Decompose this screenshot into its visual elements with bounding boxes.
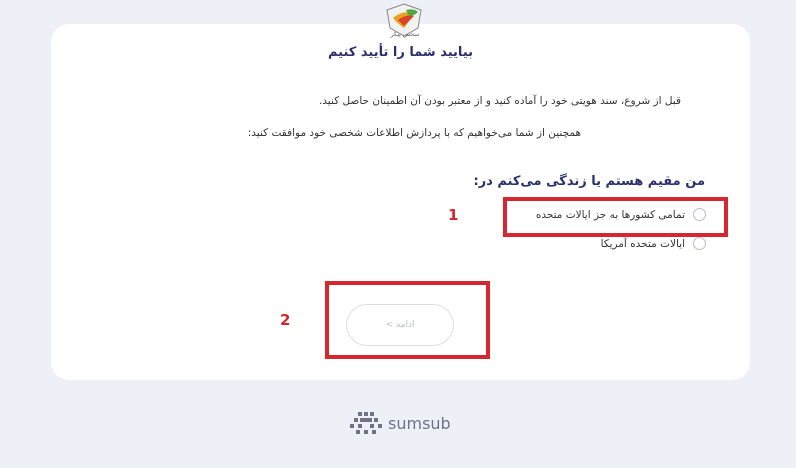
- intro-text-2: همچنین از شما می‌خواهیم که با پردازش اطل…: [247, 127, 581, 139]
- residence-question-label: من مقیم هستم یا زندگی می‌کنم در:: [473, 174, 705, 189]
- intro-text-1: قبل از شروع، سند هویتی خود را آماده کنید…: [318, 95, 681, 107]
- footer-brand-text: sumsub: [388, 413, 451, 433]
- radio-button[interactable]: [693, 237, 706, 250]
- brand-logo-caption: سجس پیکر: [390, 31, 420, 38]
- page-title: بیایید شما را تأیید کنیم: [327, 45, 474, 60]
- sumsub-logo-icon: [350, 410, 382, 436]
- annotation-highlight-box-1: [503, 197, 728, 237]
- annotation-marker-2: 2: [280, 311, 291, 329]
- option-label: ایالات متحده آمریکا: [600, 237, 685, 250]
- continue-button[interactable]: ادامه >: [346, 304, 454, 346]
- annotation-marker-1: 1: [448, 206, 459, 224]
- footer-brand: sumsub: [350, 410, 451, 436]
- residence-option-us[interactable]: ایالات متحده آمریکا: [601, 237, 706, 250]
